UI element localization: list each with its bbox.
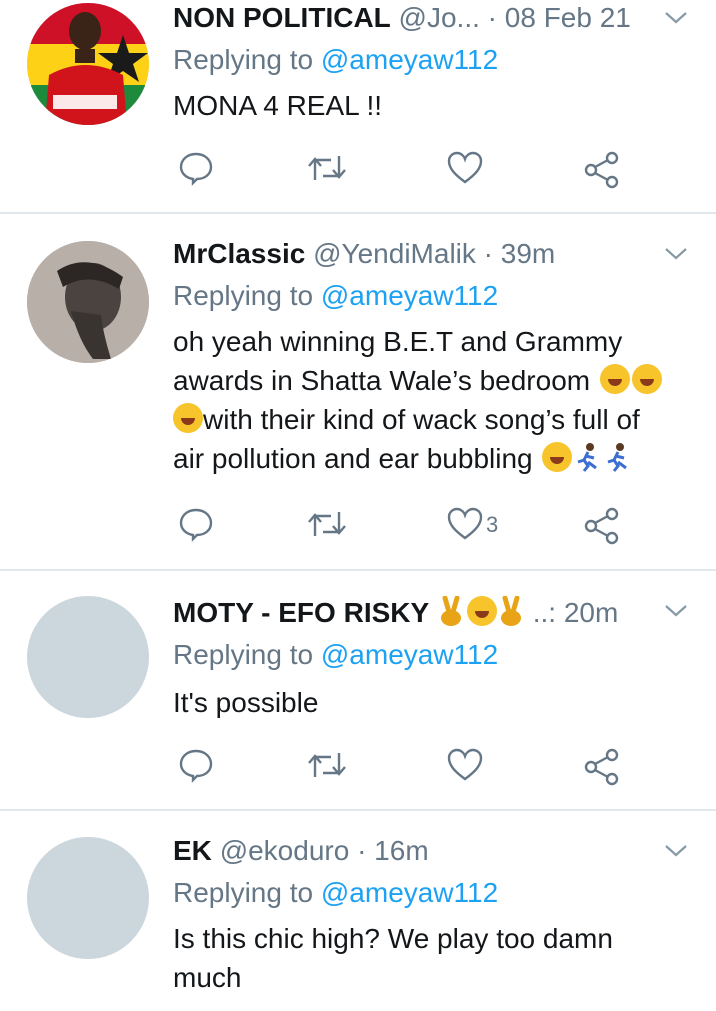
retweet-icon [308,512,346,536]
timestamp[interactable]: · 39m [484,238,556,269]
replying-to: Replying to @ameyaw112 [173,637,498,673]
replying-to: Replying to @ameyaw112 [173,278,498,314]
reply-handle-link[interactable]: @ameyaw112 [321,280,498,311]
timestamp[interactable]: ..: 20m [533,597,619,628]
reply-icon [179,508,213,542]
avatar[interactable] [27,596,149,718]
reply-handle-link[interactable]: @ameyaw112 [321,44,498,75]
chevron-down-icon[interactable] [662,841,690,861]
portrait-avatar-image [27,241,149,363]
replying-to-label: Replying to [173,639,314,670]
crazy-face-emoji [542,442,573,472]
tweet-actions [0,747,716,787]
heart-icon [447,151,483,184]
tweet-text-line-content: with their kind of wack song’s full of [203,404,640,435]
laughing-emoji [173,403,203,433]
replying-to-label: Replying to [173,877,314,908]
heart-icon [447,748,483,781]
retweet-icon [308,156,346,180]
retweet-button[interactable] [305,747,349,787]
tweet-text: Is this chic high? We play too damn much [173,919,703,997]
share-icon [584,507,619,545]
replying-to-label: Replying to [173,44,314,75]
tweet-text: oh yeah winning B.E.T and Grammy awards … [173,322,703,478]
share-icon [584,151,619,189]
user-handle[interactable]: @Jo... [399,2,480,33]
tweet-text-line: air pollution and ear bubbling [173,439,703,478]
tweet-actions: 3 [0,506,716,546]
user-handle[interactable]: @ekoduro [220,835,350,866]
share-icon [584,748,619,786]
tweet-text-line: oh yeah winning B.E.T and Grammy [173,326,623,357]
replying-to: Replying to @ameyaw112 [173,875,498,911]
retweet-button[interactable] [305,150,349,190]
display-name[interactable]: EK [173,835,212,866]
chevron-down-icon[interactable] [662,601,690,621]
running-emoji [602,442,632,472]
reply-button[interactable] [178,747,214,787]
timestamp[interactable]: · 08 Feb 21 [488,2,631,33]
chevron-down-icon[interactable] [662,8,690,28]
tweet-text: It's possible [173,687,319,718]
tweet-actions [0,150,716,190]
share-button[interactable] [582,506,622,546]
share-button[interactable] [582,747,622,787]
reply-icon [179,749,213,783]
tweet-header: EK @ekoduro · 16m [173,833,429,869]
avatar[interactable] [27,837,149,959]
display-name[interactable]: NON POLITICAL [173,2,391,33]
display-name[interactable]: MrClassic [173,238,305,269]
tweet-4[interactable]: EK @ekoduro · 16m Replying to @ameyaw112… [0,811,716,1011]
user-handle[interactable]: @YendiMalik [313,238,476,269]
replying-to-label: Replying to [173,280,314,311]
tweet-text-line: much [173,962,242,993]
tweet-text-line: with their kind of wack song’s full of [173,400,703,439]
retweet-icon [308,753,346,777]
laughing-emoji [599,364,630,394]
like-button[interactable]: 3 [446,506,498,546]
like-button[interactable] [446,150,484,190]
chevron-down-icon[interactable] [662,244,690,264]
ghana-flag-avatar-image [27,3,149,125]
reply-button[interactable] [178,506,214,546]
laughing-emoji [631,364,662,394]
heart-icon [447,507,483,540]
retweet-button[interactable] [305,506,349,546]
tweet-3[interactable]: MOTY - EFO RISKY ..: 20m Replying to @am… [0,571,716,810]
tweet-header: MOTY - EFO RISKY ..: 20m [173,595,618,631]
tweet-2[interactable]: MrClassic @YendiMalik · 39m Replying to … [0,214,716,570]
tweet-header: MrClassic @YendiMalik · 39m [173,236,555,272]
tweet-header: NON POLITICAL @Jo... · 08 Feb 21 [173,0,631,36]
tweet-1[interactable]: NON POLITICAL @Jo... · 08 Feb 21 Replyin… [0,0,716,213]
reply-button[interactable] [178,150,214,190]
victory-hand-emoji [437,595,465,626]
display-name[interactable]: MOTY - EFO RISKY [173,597,429,628]
reply-handle-link[interactable]: @ameyaw112 [321,877,498,908]
running-emoji [572,442,602,472]
reply-icon [179,152,213,186]
share-button[interactable] [582,150,622,190]
avatar[interactable] [27,3,149,125]
tweet-text-line-content: air pollution and ear bubbling [173,443,533,474]
avatar[interactable] [27,241,149,363]
tweet-text-line: awards in Shatta Wale’s bedroom [173,361,703,400]
replying-to: Replying to @ameyaw112 [173,42,498,78]
tweet-text-line-content: awards in Shatta Wale’s bedroom [173,365,591,396]
tweet-text: MONA 4 REAL !! [173,90,383,121]
like-button[interactable] [446,747,484,787]
laughing-emoji [466,596,497,626]
reply-handle-link[interactable]: @ameyaw112 [321,639,498,670]
victory-hand-emoji [497,595,525,626]
tweet-text-line: Is this chic high? We play too damn [173,923,613,954]
like-count: 3 [486,512,499,537]
timestamp[interactable]: · 16m [357,835,429,866]
